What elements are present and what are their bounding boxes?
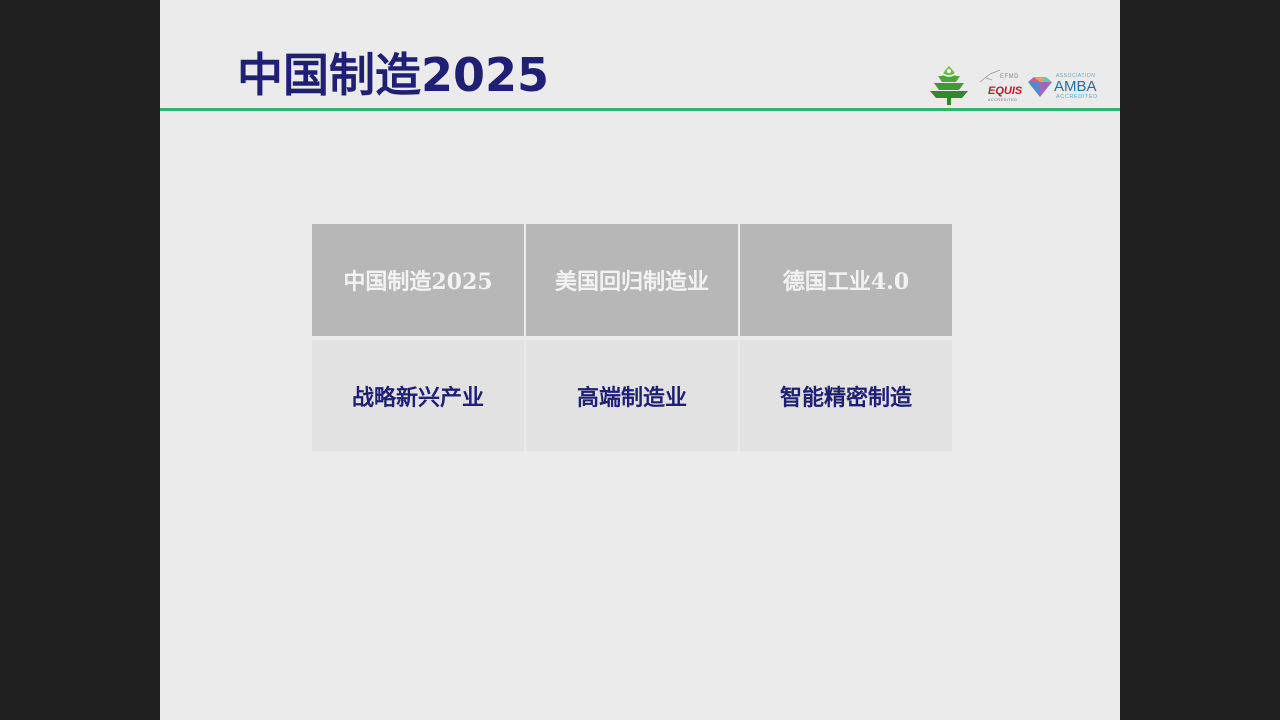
- title-divider: [160, 108, 1120, 111]
- table-header-cell: 中国制造2025: [312, 224, 524, 336]
- amba-diamond-icon: [1028, 77, 1052, 97]
- comparison-table: 中国制造2025 美国回归制造业 德国工业4.0 战略新兴产业 高端制造业 智能…: [312, 224, 952, 452]
- amba-logo: ASSOCIATION AMBA ACCREDITED: [1026, 72, 1106, 102]
- presentation-viewer: 中国制造2025 EFMD EQUIS ACCREDITED ASSOCIATI…: [0, 0, 1280, 720]
- amba-label: AMBA: [1054, 78, 1097, 95]
- slide: 中国制造2025 EFMD EQUIS ACCREDITED ASSOCIATI…: [160, 0, 1120, 720]
- equis-status-label: ACCREDITED: [988, 98, 1018, 102]
- accreditation-logos: EFMD EQUIS ACCREDITED ASSOCIATION AMBA A…: [922, 58, 1110, 108]
- equis-label: EQUIS: [988, 85, 1023, 97]
- school-logo: [926, 62, 972, 106]
- table-header-cell: 美国回归制造业: [526, 224, 738, 336]
- equis-org-label: EFMD: [1000, 74, 1019, 80]
- table-header-cell: 德国工业4.0: [740, 224, 952, 336]
- table-cell: 高端制造业: [526, 340, 738, 451]
- equis-logo: EFMD EQUIS ACCREDITED: [978, 68, 1024, 104]
- slide-title: 中国制造2025: [237, 48, 550, 102]
- table-cell: 战略新兴产业: [312, 340, 524, 451]
- amba-status-label: ACCREDITED: [1056, 94, 1098, 100]
- table-cell: 智能精密制造: [740, 340, 952, 451]
